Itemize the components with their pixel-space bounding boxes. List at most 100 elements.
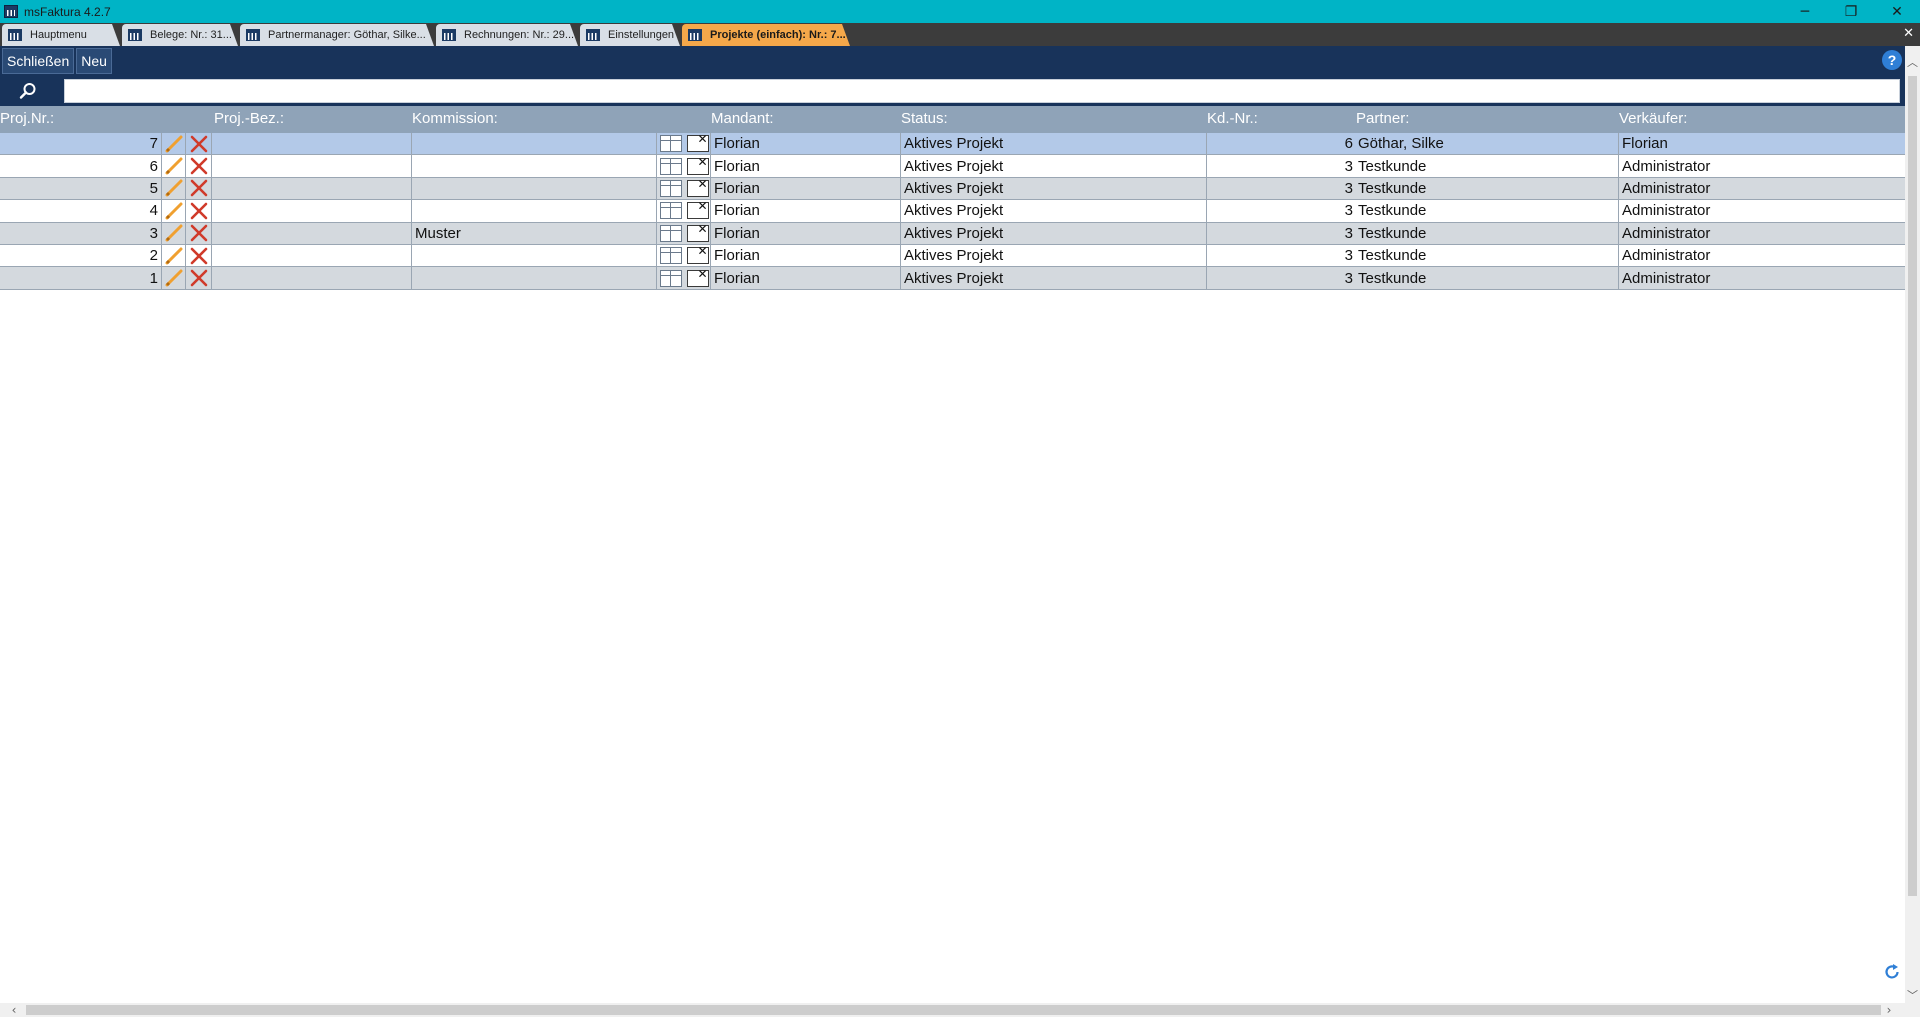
edit-pencil-icon[interactable] — [162, 200, 186, 222]
table-view-icon[interactable] — [657, 133, 685, 154]
tab-partnermanager[interactable]: Partnermanager: Göthar, Silke... — [240, 24, 434, 46]
delete-x-icon[interactable] — [186, 177, 212, 200]
cell-kommission[interactable] — [412, 267, 657, 289]
scroll-right-icon[interactable]: › — [1881, 1003, 1897, 1017]
close-window-button[interactable]: ✕ — [1874, 0, 1920, 23]
scroll-left-icon[interactable]: ‹ — [6, 1003, 22, 1017]
close-button[interactable]: Schließen — [2, 48, 75, 74]
table-remove-icon[interactable]: ✕ — [685, 133, 711, 155]
cell-verkaeufer[interactable]: Administrator — [1619, 267, 1905, 288]
table-view-icon[interactable] — [657, 267, 685, 288]
table-remove-icon[interactable]: ✕ — [685, 155, 711, 177]
cell-status[interactable]: Aktives Projekt — [901, 200, 1207, 222]
vertical-scrollbar[interactable]: ︿ ﹀ — [1905, 46, 1920, 1003]
cell-proj-bez[interactable] — [212, 222, 412, 244]
table-row[interactable]: 1 ✕ Florian Aktives Projekt 3 Testkunde Admini… — [0, 267, 1905, 290]
cell-kd-nr[interactable]: 3 — [1207, 155, 1355, 176]
table-remove-icon[interactable]: ✕ — [685, 177, 711, 200]
tab-belege[interactable]: Belege: Nr.: 31... — [122, 24, 238, 46]
delete-x-icon[interactable] — [186, 200, 212, 222]
cell-partner[interactable]: Testkunde — [1355, 267, 1619, 289]
cell-kommission[interactable] — [412, 200, 657, 222]
cell-mandant[interactable]: Florian — [711, 267, 901, 289]
delete-x-icon[interactable] — [186, 155, 212, 177]
edit-pencil-icon[interactable] — [162, 155, 186, 177]
table-view-icon[interactable] — [657, 200, 685, 221]
cell-verkaeufer[interactable]: Administrator — [1619, 155, 1905, 176]
cell-kommission[interactable] — [412, 155, 657, 177]
table-row[interactable]: 3 Muster ✕ Florian Aktives Projekt 3 Testkunde… — [0, 222, 1905, 245]
cell-kd-nr[interactable]: 3 — [1207, 178, 1355, 199]
cell-status[interactable]: Aktives Projekt — [901, 155, 1207, 177]
tab-projekte[interactable]: Projekte (einfach): Nr.: 7... — [682, 24, 850, 46]
cell-mandant[interactable]: Florian — [711, 177, 901, 200]
cell-partner[interactable]: Testkunde — [1355, 200, 1619, 222]
help-icon[interactable]: ? — [1882, 50, 1902, 70]
table-row[interactable]: 5 ✕ Florian Aktives Projekt 3 Testkunde Admini… — [0, 177, 1905, 201]
header-proj-nr[interactable]: Proj.Nr.: — [0, 110, 54, 127]
cell-proj-nr[interactable]: 5 — [0, 177, 162, 200]
table-view-icon[interactable] — [657, 245, 685, 266]
cell-mandant[interactable]: Florian — [711, 133, 901, 155]
search-input[interactable] — [64, 79, 1900, 103]
cell-mandant[interactable]: Florian — [711, 244, 901, 267]
cell-mandant[interactable]: Florian — [711, 200, 901, 222]
cell-status[interactable]: Aktives Projekt — [901, 133, 1207, 155]
cell-partner[interactable]: Testkunde — [1355, 244, 1619, 267]
cell-status[interactable]: Aktives Projekt — [901, 222, 1207, 244]
edit-pencil-icon[interactable] — [162, 177, 186, 200]
header-mandant[interactable]: Mandant: — [711, 110, 774, 127]
cell-proj-nr[interactable]: 3 — [0, 222, 162, 244]
edit-pencil-icon[interactable] — [162, 244, 186, 267]
table-row[interactable]: 4 ✕ Florian Aktives Projekt 3 Testkunde Admini… — [0, 200, 1905, 223]
delete-x-icon[interactable] — [186, 267, 212, 289]
horizontal-scrollbar[interactable]: ‹ › — [0, 1003, 1905, 1017]
cell-partner[interactable]: Testkunde — [1355, 155, 1619, 177]
header-kd-nr[interactable]: Kd.-Nr.: — [1207, 110, 1258, 127]
restore-button[interactable]: ❐ — [1828, 0, 1874, 23]
tab-einstellungen[interactable]: Einstellungen — [580, 24, 680, 46]
cell-kd-nr[interactable]: 3 — [1207, 267, 1355, 288]
cell-proj-nr[interactable]: 2 — [0, 244, 162, 267]
cell-proj-nr[interactable]: 1 — [0, 267, 162, 289]
cell-status[interactable]: Aktives Projekt — [901, 177, 1207, 200]
cell-proj-bez[interactable] — [212, 133, 412, 155]
table-row[interactable]: 7 ✕ Florian Aktives Projekt 6 Göthar, Silke Fl… — [0, 133, 1905, 156]
table-remove-icon[interactable]: ✕ — [685, 200, 711, 222]
header-partner[interactable]: Partner: — [1356, 110, 1409, 127]
table-row[interactable]: 6 ✕ Florian Aktives Projekt 3 Testkunde Admini… — [0, 155, 1905, 178]
edit-pencil-icon[interactable] — [162, 267, 186, 289]
vertical-scroll-thumb[interactable] — [1908, 76, 1917, 896]
cell-proj-nr[interactable]: 6 — [0, 155, 162, 177]
tab-hauptmenu[interactable]: Hauptmenu — [2, 24, 120, 46]
cell-verkaeufer[interactable]: Administrator — [1619, 245, 1905, 266]
cell-partner[interactable]: Testkunde — [1355, 177, 1619, 200]
cell-proj-bez[interactable] — [212, 267, 412, 289]
header-kommission[interactable]: Kommission: — [412, 110, 498, 127]
cell-partner[interactable]: Testkunde — [1355, 222, 1619, 244]
cell-proj-bez[interactable] — [212, 200, 412, 222]
scroll-down-icon[interactable]: ﹀ — [1905, 987, 1920, 1003]
edit-pencil-icon[interactable] — [162, 222, 186, 244]
scroll-up-icon[interactable]: ︿ — [1905, 54, 1920, 70]
edit-pencil-icon[interactable] — [162, 133, 186, 155]
cell-kd-nr[interactable]: 3 — [1207, 200, 1355, 221]
cell-kd-nr[interactable]: 6 — [1207, 133, 1355, 154]
cell-proj-nr[interactable]: 4 — [0, 200, 162, 222]
cell-partner[interactable]: Göthar, Silke — [1355, 133, 1619, 155]
cell-proj-nr[interactable]: 7 — [0, 133, 162, 155]
cell-kommission[interactable]: Muster — [412, 222, 657, 244]
cell-proj-bez[interactable] — [212, 177, 412, 200]
delete-x-icon[interactable] — [186, 222, 212, 244]
new-button[interactable]: Neu — [76, 48, 112, 74]
table-row[interactable]: 2 ✕ Florian Aktives Projekt 3 Testkunde Admini… — [0, 244, 1905, 268]
header-verkaeufer[interactable]: Verkäufer: — [1619, 110, 1687, 127]
cell-kd-nr[interactable]: 3 — [1207, 245, 1355, 266]
cell-proj-bez[interactable] — [212, 244, 412, 267]
table-view-icon[interactable] — [657, 178, 685, 199]
table-view-icon[interactable] — [657, 155, 685, 176]
cell-mandant[interactable]: Florian — [711, 155, 901, 177]
cell-verkaeufer[interactable]: Administrator — [1619, 223, 1905, 244]
header-status[interactable]: Status: — [901, 110, 948, 127]
search-icon[interactable] — [18, 81, 38, 101]
